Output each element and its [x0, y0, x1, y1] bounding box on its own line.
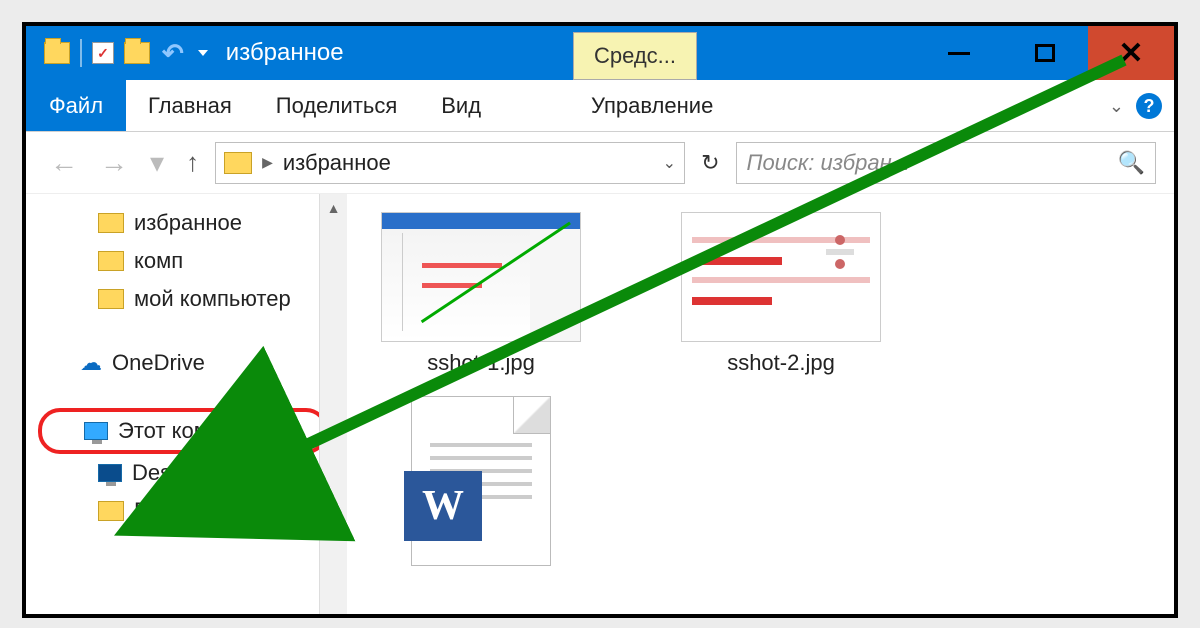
forward-button[interactable]: → [94, 147, 134, 179]
refresh-button[interactable]: ↻ [695, 150, 725, 176]
tab-file[interactable]: Файл [26, 80, 126, 131]
word-badge-icon: W [404, 471, 482, 541]
folder-icon [98, 251, 124, 271]
content-pane: sshot-1.jpg W ss [361, 194, 1174, 614]
monitor-icon [98, 464, 122, 482]
thumbnail [381, 212, 581, 342]
folder-icon [224, 152, 252, 174]
up-button[interactable]: ↑ [180, 147, 205, 178]
word-doc-icon[interactable]: W [411, 396, 551, 566]
close-button[interactable]: ✕ [1088, 26, 1174, 80]
search-icon: 🔍 [1118, 150, 1145, 176]
scrollbar[interactable]: ▲ [319, 194, 347, 614]
address-bar[interactable]: ▶ избранное ⌄ [215, 142, 685, 184]
window-title: избранное [226, 39, 344, 67]
navigation-bar: ← → ▾ ↑ ▶ избранное ⌄ ↻ Поиск: избран...… [26, 132, 1174, 194]
folder-icon [98, 289, 124, 309]
search-box[interactable]: Поиск: избран... 🔍 [736, 142, 1157, 184]
minimize-button[interactable] [916, 26, 1002, 80]
tree-label: Видео [134, 498, 198, 524]
new-folder-icon[interactable] [124, 42, 150, 64]
file-item[interactable]: sshot-1.jpg W [381, 212, 581, 596]
tree-label: OneDrive [112, 350, 205, 376]
separator [80, 39, 82, 67]
tree-label: Этот компьютер [118, 418, 283, 444]
tree-label: Desktop [132, 460, 213, 486]
folder-icon [98, 501, 124, 521]
file-name: sshot-2.jpg [727, 350, 835, 376]
tree-item-onedrive[interactable]: ☁ OneDrive [26, 344, 347, 382]
scroll-up-icon[interactable]: ▲ [320, 194, 347, 222]
help-icon[interactable]: ? [1136, 93, 1162, 119]
tree-item-favorites[interactable]: избранное [26, 204, 347, 242]
tree-item-this-pc[interactable]: Этот компьютер [38, 408, 328, 454]
tree-item-video[interactable]: Видео [26, 492, 347, 530]
back-button[interactable]: ← [44, 147, 84, 179]
tree-item-desktop[interactable]: Desktop [26, 454, 347, 492]
address-dropdown-icon[interactable]: ⌄ [663, 153, 676, 173]
file-name: sshot-1.jpg [427, 350, 535, 376]
tab-share[interactable]: Поделиться [254, 80, 419, 131]
tab-manage[interactable]: Управление [591, 80, 713, 132]
picture-tools-tab[interactable]: Средс... [573, 32, 697, 80]
folder-icon[interactable] [44, 42, 70, 64]
undo-icon[interactable]: ↶ [160, 38, 186, 69]
window-controls: ✕ [916, 26, 1174, 80]
tree-label: мой компьютер [134, 286, 291, 312]
tree-item-mycomputer[interactable]: мой компьютер [26, 280, 347, 318]
maximize-button[interactable] [1002, 26, 1088, 80]
tree-item-comp[interactable]: комп [26, 242, 347, 280]
recent-dropdown[interactable]: ▾ [144, 146, 170, 179]
properties-icon[interactable]: ✓ [92, 42, 114, 64]
monitor-icon [84, 422, 108, 440]
breadcrumb-location[interactable]: избранное [283, 150, 391, 176]
titlebar: ✓ ↶ избранное Средс... ✕ [26, 26, 1174, 80]
quick-access-toolbar: ✓ ↶ [26, 38, 208, 69]
search-placeholder: Поиск: избран... [747, 150, 911, 176]
qat-dropdown-icon[interactable] [198, 50, 208, 56]
tree-label: избранное [134, 210, 242, 236]
tab-view[interactable]: Вид [419, 80, 503, 131]
thumbnail [681, 212, 881, 342]
tab-home[interactable]: Главная [126, 80, 254, 131]
collapse-ribbon-icon[interactable]: ⌄ [1109, 96, 1124, 117]
ribbon: Файл Главная Поделиться Вид Управление ⌄… [26, 80, 1174, 132]
breadcrumb-chevron-icon[interactable]: ▶ [262, 154, 273, 171]
navigation-pane: избранное комп мой компьютер ☁ OneDrive Э… [26, 194, 361, 614]
file-item[interactable]: sshot-2.jpg [681, 212, 881, 596]
folder-icon [98, 213, 124, 233]
tree-label: комп [134, 248, 183, 274]
cloud-icon: ☁ [80, 350, 102, 376]
